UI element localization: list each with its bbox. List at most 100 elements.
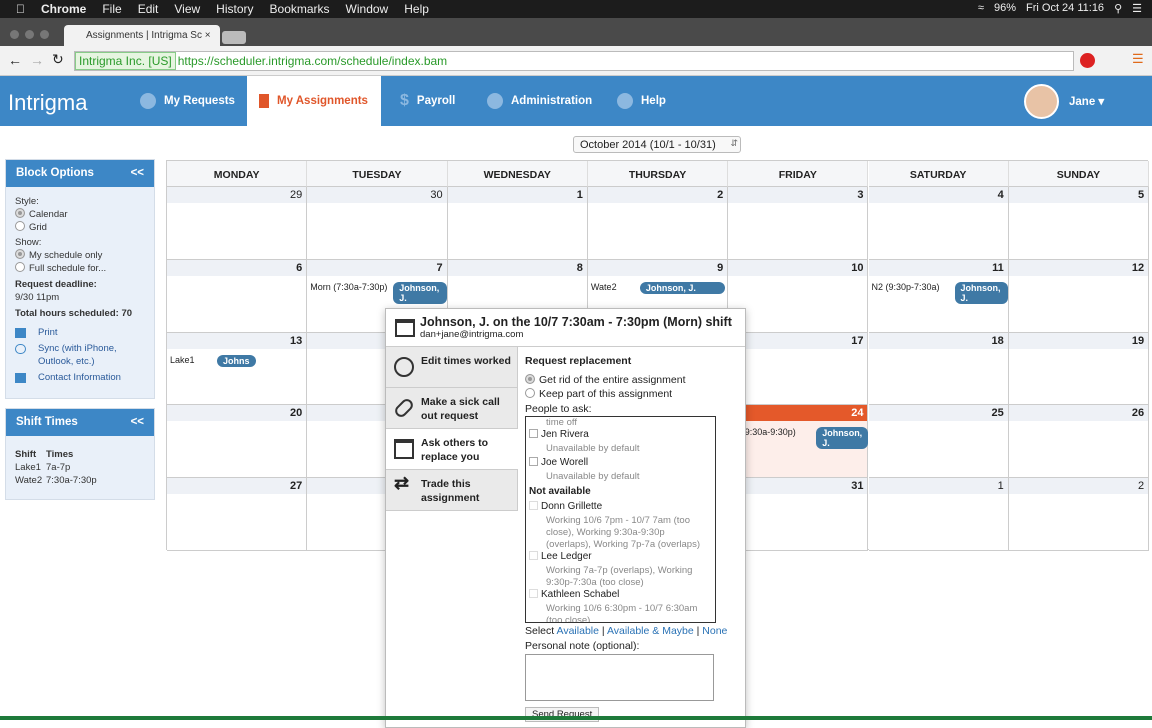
day-cell[interactable]: 5 <box>1008 187 1150 260</box>
person-joe-worell[interactable]: Joe Worell <box>529 457 712 469</box>
logo[interactable]: Intrigma <box>8 90 87 116</box>
menu-help[interactable]: Help <box>404 2 429 16</box>
forward-icon[interactable]: → <box>30 52 44 68</box>
apple-icon[interactable]:  <box>16 2 25 16</box>
close-window-button[interactable] <box>10 30 19 39</box>
day-cell[interactable]: 19 <box>1008 332 1150 406</box>
select-available-maybe-link[interactable]: Available & Maybe <box>607 625 694 637</box>
menu-bookmarks[interactable]: Bookmarks <box>270 2 330 16</box>
day-cell[interactable]: 17 <box>728 332 869 406</box>
collapse-button[interactable]: << <box>131 167 144 180</box>
back-icon[interactable]: ← <box>8 52 22 68</box>
new-tab-button[interactable] <box>222 31 246 44</box>
day-cell[interactable]: 13 Lake1 Johns <box>167 332 308 406</box>
zoom-window-button[interactable] <box>40 30 49 39</box>
day-cell[interactable]: 27 <box>167 478 308 551</box>
day-cell[interactable]: 1 <box>447 187 588 260</box>
menu-view[interactable]: View <box>174 2 200 16</box>
day-number: 3 <box>728 187 868 203</box>
month-select[interactable]: October 2014 (10/1 - 10/31) ⇵ <box>573 136 741 153</box>
calendar-icon <box>395 319 415 337</box>
reload-icon[interactable]: ↻ <box>52 51 64 68</box>
option-partial[interactable]: Keep part of this assignment <box>525 388 740 400</box>
day-cell[interactable]: 1 <box>868 478 1009 551</box>
user-menu[interactable]: Jane ▾ <box>1069 76 1104 126</box>
person-note: Working 10/6 7pm - 10/7 7am (too close),… <box>546 515 700 550</box>
swap-icon: ⇄ <box>394 473 410 493</box>
radio-my-schedule[interactable]: My schedule only <box>15 249 145 262</box>
assignment-pill[interactable]: Johns <box>217 354 256 367</box>
day-number: 2 <box>587 187 728 203</box>
day-cell[interactable]: 29 <box>167 187 308 260</box>
day-cell[interactable]: 30 <box>307 187 448 260</box>
wifi-icon[interactable]: ≈ <box>978 2 984 15</box>
clock[interactable]: Fri Oct 24 11:16 <box>1026 2 1104 15</box>
browser-tab[interactable]: Assignments | Intrigma Sc × <box>64 25 220 46</box>
day-cell[interactable]: 4 <box>868 187 1009 260</box>
personal-note-textarea[interactable] <box>525 654 714 701</box>
select-none-link[interactable]: None <box>702 625 727 637</box>
day-cell[interactable]: 31 <box>728 478 869 551</box>
assignment-pill[interactable]: Johnson, J. <box>639 281 726 294</box>
assignment-pill[interactable]: Johnson, J. <box>393 281 447 304</box>
minimize-window-button[interactable] <box>25 30 34 39</box>
popup-title: Johnson, J. on the 10/7 7:30am - 7:30pm … <box>420 315 732 329</box>
person-kathleen-schabel[interactable]: Kathleen Schabel <box>529 589 712 601</box>
menu-file[interactable]: File <box>102 2 121 16</box>
cloud-upload-icon <box>15 344 26 354</box>
nav-my-requests[interactable]: My Requests <box>140 76 235 126</box>
person-note: Working 10/6 6:30pm - 10/7 6:30am (too c… <box>546 603 698 623</box>
person-lee-ledger[interactable]: Lee Ledger <box>529 551 712 563</box>
day-cell[interactable]: 2 <box>1008 478 1150 551</box>
tab-sick-call[interactable]: Make a sick call out request <box>386 388 518 429</box>
option-entire[interactable]: Get rid of the entire assignment <box>525 374 740 386</box>
nav-help[interactable]: Help <box>617 76 666 126</box>
day-cell[interactable]: 12 <box>1008 259 1150 333</box>
day-cell[interactable]: 24 rn (9:30a-9:30p) Johnson, J. <box>728 405 869 479</box>
radio-full-schedule[interactable]: Full schedule for... <box>15 262 145 275</box>
address-bar[interactable]: Intrigma Inc. [US] https://scheduler.intr… <box>74 51 1074 71</box>
people-list[interactable]: time off Jen Rivera Unavailable by defau… <box>525 416 716 623</box>
adblock-icon[interactable] <box>1080 53 1095 68</box>
day-cell[interactable]: 10 <box>728 259 869 333</box>
day-cell[interactable]: 2 <box>587 187 729 260</box>
help-icon <box>617 93 633 109</box>
list-icon[interactable]: ☰ <box>1132 2 1142 15</box>
collapse-button[interactable]: << <box>131 416 144 429</box>
search-icon[interactable]: ⚲ <box>1114 2 1122 15</box>
day-cell[interactable]: 18 <box>868 332 1009 406</box>
day-number: 18 <box>868 332 1008 349</box>
menu-chrome[interactable]: Chrome <box>41 2 86 16</box>
tab-trade[interactable]: ⇄ Trade this assignment <box>386 470 518 511</box>
chrome-menu-icon[interactable]: ☰ <box>1132 51 1144 67</box>
avatar[interactable] <box>1024 84 1059 119</box>
tab-edit-times[interactable]: Edit times worked <box>386 347 518 388</box>
contact-link[interactable]: Contact Information <box>15 371 145 384</box>
day-cell[interactable]: 20 <box>167 405 308 479</box>
nav-label: Payroll <box>416 95 456 107</box>
day-cell[interactable]: 6 <box>167 259 308 333</box>
people-label: People to ask: <box>525 403 592 415</box>
menu-edit[interactable]: Edit <box>138 2 159 16</box>
nav-my-assignments[interactable]: My Assignments <box>247 76 381 126</box>
assignment-pill[interactable]: Johnson, J. <box>954 281 1008 304</box>
day-cell[interactable]: 3 <box>728 187 869 260</box>
assignment-pill[interactable]: Johnson, J. <box>816 427 869 450</box>
sync-link[interactable]: Sync (with iPhone, Outlook, etc.) <box>15 342 145 368</box>
radio-calendar[interactable]: Calendar <box>15 208 145 221</box>
menu-history[interactable]: History <box>216 2 253 16</box>
day-cell[interactable]: 26 <box>1008 405 1150 479</box>
day-cell[interactable]: 25 <box>868 405 1009 479</box>
select-available-link[interactable]: Available <box>557 625 599 637</box>
nav-administration[interactable]: Administration <box>487 76 592 126</box>
person-jen-rivera[interactable]: Jen Rivera <box>529 429 712 441</box>
nav-payroll[interactable]: $ Payroll <box>400 76 455 126</box>
nav-label: Help <box>641 95 666 107</box>
secure-badge[interactable]: Intrigma Inc. [US] <box>75 52 176 70</box>
tab-ask-others[interactable]: Ask others to replace you <box>386 429 518 470</box>
menu-window[interactable]: Window <box>346 2 389 16</box>
person-donn-grillette[interactable]: Donn Grillette <box>529 501 712 513</box>
day-cell[interactable]: 11 N2 (9:30p-7:30a) Johnson, J. <box>868 259 1009 333</box>
print-link[interactable]: Print <box>15 326 145 339</box>
radio-grid[interactable]: Grid <box>15 221 145 234</box>
